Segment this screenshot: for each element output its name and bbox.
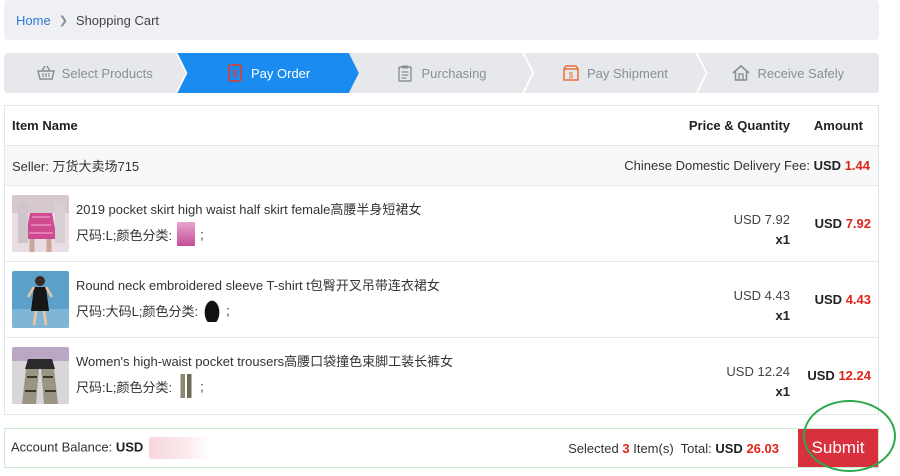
- item-spec-suffix: ;: [226, 302, 230, 318]
- item-amount: USD 7.92: [815, 216, 871, 231]
- clipboard-icon: [396, 64, 414, 82]
- package-icon: $: [562, 64, 580, 82]
- quantity: x1: [775, 384, 790, 399]
- quantity: x1: [775, 232, 790, 247]
- redacted-balance-value: [148, 437, 209, 459]
- unit-price: USD 12.24: [726, 364, 790, 379]
- header-price-quantity: Price & Quantity: [688, 118, 790, 133]
- delivery-fee-label: Chinese Domestic Delivery Fee:: [624, 158, 810, 173]
- item-spec-suffix: ;: [200, 378, 204, 394]
- selected-count: 3: [622, 440, 630, 456]
- selection-summary: Selected 3 Item(s) Total: USD 26.03: [568, 441, 779, 456]
- seller-name: Seller: 万货大卖场715: [12, 159, 140, 174]
- step-label: Purchasing: [421, 65, 487, 81]
- item-spec-text: 尺码:L;颜色分类:: [76, 227, 173, 243]
- step-purchasing: Purchasing: [350, 53, 533, 93]
- breadcrumb-home-link[interactable]: Home: [16, 13, 51, 28]
- item-title[interactable]: Women's high-waist pocket trousers高腰口袋撞色…: [76, 351, 453, 370]
- amount-currency: USD: [814, 216, 843, 231]
- account-balance-currency: USD: [115, 439, 144, 455]
- amount-value: 7.92: [845, 216, 871, 231]
- step-label: Pay Shipment: [586, 65, 668, 81]
- step-label: Receive Safely: [757, 65, 845, 81]
- basket-icon: [36, 64, 55, 82]
- delivery-fee-currency: USD: [813, 158, 842, 173]
- submit-button[interactable]: Submit: [798, 429, 878, 467]
- item-amount: USD 12.24: [807, 368, 871, 383]
- header-item-name: Item Name: [12, 118, 78, 133]
- step-label: Pay Order: [250, 65, 311, 81]
- amount-currency: USD: [814, 292, 843, 307]
- cart-item: Women's high-waist pocket trousers高腰口袋撞色…: [5, 338, 878, 414]
- product-thumbnail[interactable]: [12, 195, 69, 252]
- delivery-fee-value: 1.44: [844, 158, 870, 173]
- selected-prefix: Selected: [568, 440, 619, 456]
- unit-price: USD 4.43: [733, 288, 790, 303]
- svg-text:$: $: [569, 71, 574, 80]
- delivery-fee: Chinese Domestic Delivery Fee: USD 1.44: [624, 158, 870, 173]
- color-swatch-image: [177, 374, 196, 398]
- payment-icon: $: [226, 64, 244, 82]
- color-swatch-image: [177, 222, 196, 246]
- amount-currency: USD: [807, 368, 835, 383]
- home-icon: [732, 64, 750, 82]
- checkout-steps: Select Products $ Pay Order Purchasing $…: [4, 53, 879, 93]
- quantity: x1: [775, 308, 790, 323]
- breadcrumb: Home ❯ Shopping Cart: [4, 0, 879, 40]
- header-amount: Amount: [813, 118, 863, 133]
- product-thumbnail[interactable]: [12, 271, 69, 328]
- item-spec-suffix: ;: [200, 226, 204, 242]
- unit-price: USD 7.92: [733, 212, 790, 227]
- account-balance: Account Balance: USD: [11, 437, 209, 459]
- selected-suffix: Item(s): [633, 440, 674, 456]
- step-select-products: Select Products: [4, 53, 186, 93]
- total-currency: USD: [715, 440, 743, 456]
- product-thumbnail[interactable]: [12, 347, 69, 404]
- step-label: Select Products: [61, 65, 153, 81]
- account-balance-label: Account Balance:: [11, 439, 113, 455]
- cart-item: 2019 pocket skirt high waist half skirt …: [5, 186, 878, 262]
- item-spec: 尺码:L;颜色分类: ;: [76, 374, 204, 398]
- item-spec-text: 尺码:大码L;颜色分类:: [76, 303, 199, 319]
- step-receive-safely: Receive Safely: [697, 53, 879, 93]
- total-label: Total:: [680, 440, 712, 456]
- breadcrumb-current: Shopping Cart: [75, 12, 160, 28]
- item-price-quantity: USD 12.24 x1: [726, 362, 790, 402]
- table-header: Item Name Price & Quantity Amount: [5, 106, 878, 146]
- svg-text:$: $: [232, 69, 238, 80]
- step-pay-order: $ Pay Order: [177, 53, 358, 93]
- amount-value: 4.43: [845, 292, 871, 307]
- seller-row: Seller: 万货大卖场715 Chinese Domestic Delive…: [5, 146, 878, 186]
- total-value: 26.03: [746, 440, 779, 456]
- item-spec: 尺码:大码L;颜色分类: ;: [76, 298, 230, 322]
- item-price-quantity: USD 7.92 x1: [734, 210, 790, 250]
- item-title[interactable]: 2019 pocket skirt high waist half skirt …: [76, 199, 421, 218]
- amount-value: 12.24: [838, 368, 871, 383]
- color-swatch-image: [203, 298, 222, 322]
- item-spec-text: 尺码:L;颜色分类:: [76, 379, 173, 395]
- item-price-quantity: USD 4.43 x1: [734, 286, 790, 326]
- cart-table: Item Name Price & Quantity Amount Seller…: [4, 105, 879, 415]
- chevron-right-icon: ❯: [58, 14, 68, 27]
- item-amount: USD 4.43: [815, 292, 871, 307]
- item-spec: 尺码:L;颜色分类: ;: [76, 222, 204, 246]
- item-title[interactable]: Round neck embroidered sleeve T-shirt t包…: [76, 275, 440, 294]
- checkout-footer: Account Balance: USD Selected 3 Item(s) …: [4, 428, 879, 468]
- step-pay-shipment: $ Pay Shipment: [524, 53, 706, 93]
- cart-item: Round neck embroidered sleeve T-shirt t包…: [5, 262, 878, 338]
